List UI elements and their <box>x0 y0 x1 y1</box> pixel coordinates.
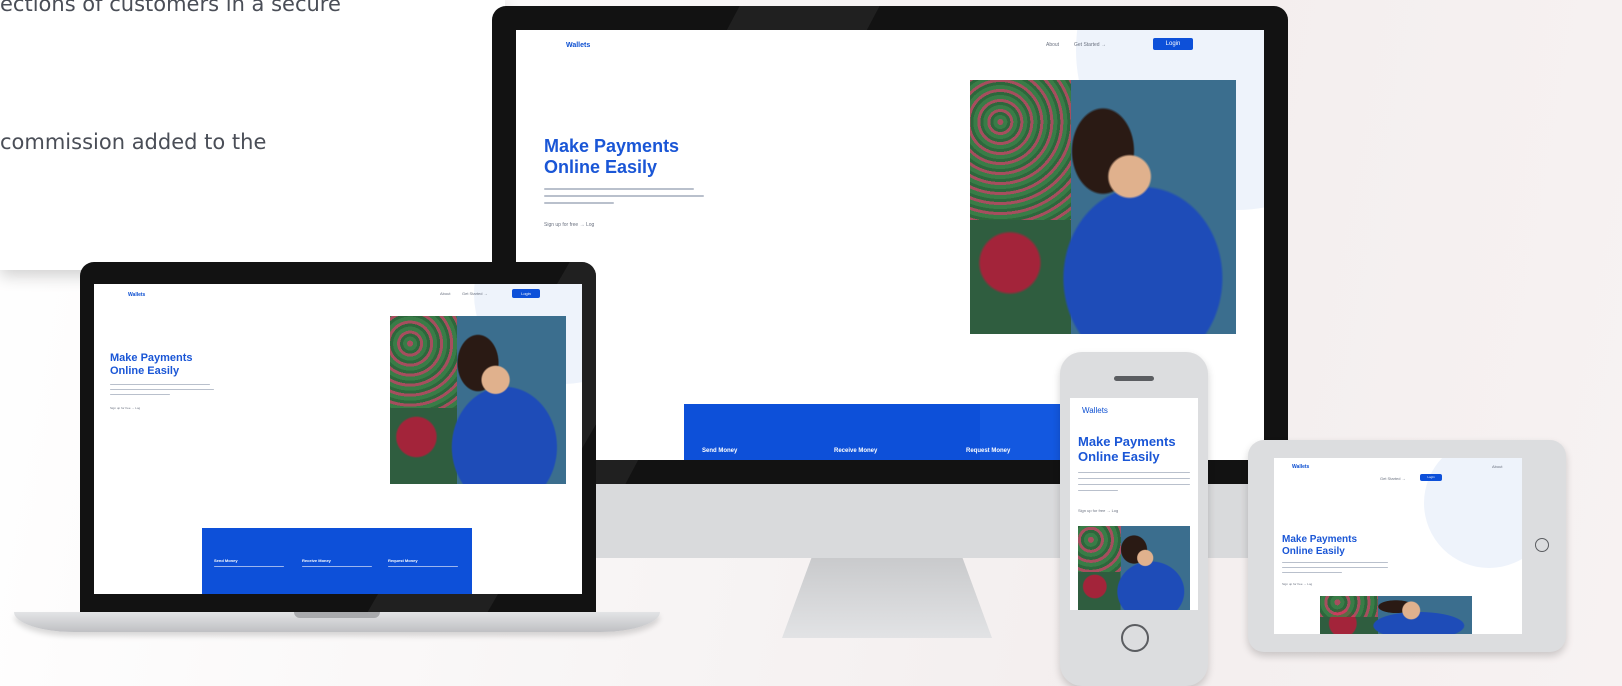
phone-speaker <box>1114 376 1154 381</box>
hero-title: Make Payments Online Easily <box>110 352 193 378</box>
feature-text-line <box>388 566 458 567</box>
nav-get-started[interactable]: Get Started → <box>1074 42 1106 48</box>
description-line-2: commission added to the <box>0 130 267 154</box>
hero-photo <box>970 80 1236 334</box>
hero-text-line <box>110 384 210 385</box>
hero-title-line-1: Make Payments <box>1078 434 1176 449</box>
tablet-home-button[interactable] <box>1535 538 1549 552</box>
hero-title-line-2: Online Easily <box>1282 545 1345 557</box>
feature-title: Request Money <box>966 448 1011 454</box>
cta-link[interactable]: Sign up for free → Log <box>1078 508 1118 513</box>
cta-link[interactable]: Sign up for free → Log <box>1282 582 1312 586</box>
hero-text-line <box>1282 562 1388 563</box>
hero-title-line-2: Online Easily <box>110 364 180 377</box>
feature-title: Request Money <box>388 558 418 563</box>
tablet-screen: Wallets About Get Started → Login Make P… <box>1274 458 1522 634</box>
hero-text-line <box>544 195 704 197</box>
feature-title: Receive Money <box>834 448 878 454</box>
cta-link[interactable]: Sign up for free → Log <box>544 222 594 228</box>
brand-logo[interactable]: Wallets <box>566 42 590 49</box>
feature-title: Send Money <box>702 448 738 454</box>
hero-title-line-2: Online Easily <box>544 157 658 178</box>
laptop-base <box>14 612 660 632</box>
monitor-stand <box>782 558 992 638</box>
smartphone: Wallets Make Payments Online Easily Sign… <box>1060 352 1208 686</box>
laptop: Wallets About Get Started → Login Make P… <box>14 262 660 634</box>
phone-home-button[interactable] <box>1121 624 1149 652</box>
nav-get-started[interactable]: Get Started → <box>462 291 488 296</box>
hero-title: Make Payments Online Easily <box>1078 434 1176 465</box>
hero-title-line-1: Make Payments <box>110 352 193 364</box>
hero-photo <box>390 316 566 484</box>
brand-logo[interactable]: Wallets <box>1082 406 1108 415</box>
hero-text-line <box>110 394 170 395</box>
features-band: Send Money Receive Money Request Money <box>202 528 472 594</box>
phone-screen: Wallets Make Payments Online Easily Sign… <box>1070 398 1198 610</box>
hero-title-line-1: Make Payments <box>1282 534 1358 545</box>
login-button[interactable]: Login <box>1420 474 1442 481</box>
nav-about[interactable]: About <box>1492 464 1502 469</box>
description-card: ections of customers in a secure commiss… <box>0 0 505 270</box>
feature-text-line <box>214 566 284 567</box>
hero-text-line <box>544 188 694 190</box>
hero-text-line <box>1078 478 1190 479</box>
hero-title: Make Payments Online Easily <box>544 136 679 178</box>
login-button[interactable]: Login <box>512 289 540 298</box>
description-line-1: ections of customers in a secure <box>0 0 341 16</box>
hero-title: Make Payments Online Easily <box>1282 534 1357 558</box>
hero-photo <box>1078 526 1190 610</box>
tablet: Wallets About Get Started → Login Make P… <box>1248 440 1566 652</box>
nav-get-started[interactable]: Get Started → <box>1380 476 1406 481</box>
hero-text-line <box>544 202 614 204</box>
feature-text-line <box>302 566 372 567</box>
feature-title: Send Money <box>214 558 238 563</box>
nav-about[interactable]: About <box>1046 42 1059 48</box>
hero-text-line <box>1078 490 1118 491</box>
cta-link[interactable]: Sign up for free → Log <box>110 406 140 410</box>
hero-title-line-2: Online Easily <box>1078 449 1160 465</box>
hero-text-line <box>110 389 214 390</box>
nav-about[interactable]: About <box>440 291 450 296</box>
login-button[interactable]: Login <box>1153 38 1193 50</box>
hero-text-line <box>1282 572 1342 573</box>
hero-text-line <box>1078 484 1190 485</box>
hero-text-line <box>1078 472 1190 473</box>
feature-title: Receive Money <box>302 558 331 563</box>
hero-title-line-1: Make Payments <box>544 136 680 156</box>
features-band: Send Money Receive Money Request Money <box>684 404 1084 460</box>
laptop-screen: Wallets About Get Started → Login Make P… <box>94 284 582 594</box>
brand-logo[interactable]: Wallets <box>128 292 145 298</box>
brand-logo[interactable]: Wallets <box>1292 464 1309 470</box>
hero-photo <box>1320 596 1472 634</box>
hero-text-line <box>1282 567 1388 568</box>
